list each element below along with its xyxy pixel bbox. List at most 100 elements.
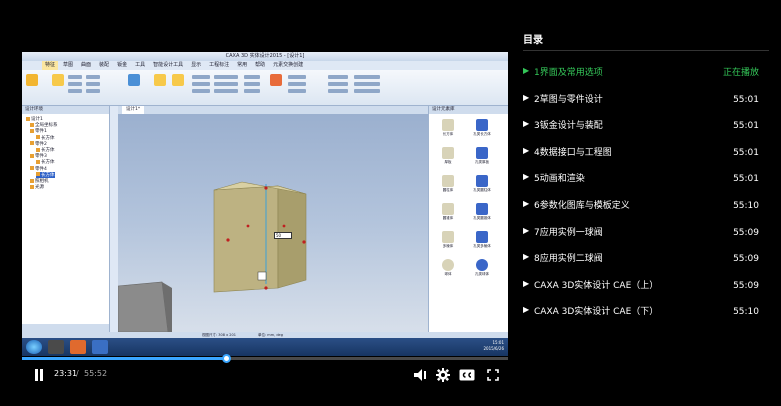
playlist-item[interactable]: ▶ CAXA 3D实体设计 CAE（下） 55:10 bbox=[523, 303, 771, 321]
app-menu-item[interactable]: 帮助 bbox=[252, 61, 268, 70]
design-element-item[interactable]: 孔类厚板 bbox=[467, 146, 497, 166]
video-player[interactable]: CAXA 3D 实体设计2015 - [设计1] 特征 草图 曲面 装配 钣金 工具 智能设… bbox=[0, 0, 510, 406]
design-element-item[interactable]: 孔类多棱体 bbox=[467, 230, 497, 250]
design-element-item[interactable]: 多棱体 bbox=[433, 230, 463, 250]
playlist-item[interactable]: ▶ 8应用实例二球阀 55:09 bbox=[523, 250, 771, 268]
viewport-tab[interactable]: 设计1* bbox=[122, 106, 145, 114]
design-tree-header: 设计环境 bbox=[22, 106, 109, 114]
tree-item-label: 光源 bbox=[35, 185, 44, 191]
design-element-label: 圆柱体 bbox=[442, 188, 454, 192]
app-menu-item[interactable]: 特征 bbox=[42, 61, 59, 70]
playlist-item-name: 6参数化图库与模板定义 bbox=[534, 201, 630, 211]
progress-bar[interactable] bbox=[22, 354, 508, 363]
tree-item[interactable]: 长方体 bbox=[36, 147, 55, 153]
tree-item[interactable]: 零件2 bbox=[30, 141, 47, 147]
playlist-item-name: 1界面及常用选项 bbox=[534, 68, 603, 78]
play-arrow-icon: ▶ bbox=[523, 66, 530, 75]
design-element-item[interactable]: 孔类长方体 bbox=[467, 118, 497, 138]
tree-item[interactable]: 照相机 bbox=[30, 178, 49, 184]
design-element-item[interactable]: 圆锥体 bbox=[433, 202, 463, 222]
current-time: 23:31 bbox=[54, 369, 78, 378]
captions-button[interactable] bbox=[458, 366, 476, 384]
playlist-item[interactable]: ▶ 7应用实例一球阀 55:09 bbox=[523, 224, 771, 242]
app-menu-item[interactable]: 智能设计工具 bbox=[150, 61, 186, 70]
tree-item[interactable]: 长方体 bbox=[36, 159, 55, 165]
design-element-item[interactable]: 长方体 bbox=[433, 118, 463, 138]
playlist-item[interactable]: ▶ 2草图与零件设计 55:01 bbox=[523, 91, 771, 109]
playlist-item-duration: 55:01 bbox=[733, 174, 759, 185]
app-menu-item[interactable]: 元素交换创建 bbox=[270, 61, 306, 70]
playlist-item[interactable]: ▶ 5动画和渲染 55:01 bbox=[523, 170, 771, 188]
app-menu-item[interactable]: 显示 bbox=[188, 61, 204, 70]
design-element-item[interactable]: 球体 bbox=[433, 258, 463, 278]
element-shape-icon bbox=[476, 231, 488, 243]
tree-node-icon bbox=[26, 116, 30, 121]
video-frame[interactable]: CAXA 3D 实体设计2015 - [设计1] 特征 草图 曲面 装配 钣金 工具 智能设… bbox=[22, 52, 508, 356]
part-icon bbox=[128, 74, 140, 86]
app-menu-item[interactable]: 工程标注 bbox=[206, 61, 232, 70]
design-element-label: 圆锥体 bbox=[442, 216, 454, 220]
app-menu-item[interactable]: 钣金 bbox=[114, 61, 130, 70]
tree-item[interactable]: 长方体 bbox=[36, 135, 55, 141]
fullscreen-button[interactable] bbox=[484, 366, 502, 384]
fullscreen-icon bbox=[487, 369, 499, 381]
tree-item[interactable]: 零件1 bbox=[30, 128, 47, 134]
element-shape-icon bbox=[442, 147, 454, 159]
pause-button[interactable] bbox=[32, 366, 46, 384]
design-tree-panel: 设计环境 设计1 全局坐标系 零件1 长方体 零件2 长方体 零件3 长方体 零件4 长方体 照相机… bbox=[22, 106, 110, 332]
left-toolbar bbox=[110, 106, 118, 332]
playlist-item-name: 4数据接口与工程图 bbox=[534, 147, 612, 158]
settings-button[interactable] bbox=[434, 366, 452, 384]
playlist-item-duration: 55:09 bbox=[733, 227, 759, 238]
design-element-item[interactable]: 孔类圆锥体 bbox=[467, 202, 497, 222]
playlist-item-name: CAXA 3D实体设计 CAE（上） bbox=[534, 280, 659, 291]
app-menu-item[interactable]: 工具 bbox=[132, 61, 148, 70]
playlist-item-duration: 正在播放 bbox=[722, 68, 759, 78]
design-element-item[interactable]: 圆柱体 bbox=[433, 174, 463, 194]
element-shape-icon bbox=[442, 203, 454, 215]
tree-item[interactable]: 零件4 bbox=[30, 166, 47, 172]
design-element-label: 孔类厚板 bbox=[475, 160, 489, 164]
sketch-icon bbox=[52, 74, 64, 86]
tree-item[interactable]: 设计1 bbox=[26, 116, 43, 122]
playlist-item[interactable]: ▶ 4数据接口与工程图 55:01 bbox=[523, 144, 771, 162]
playlist-item[interactable]: ▶ 6参数化图库与模板定义 55:10 bbox=[523, 197, 771, 215]
playlist-item-duration: 55:01 bbox=[733, 147, 759, 158]
playlist-item-name: CAXA 3D实体设计 CAE（下） bbox=[534, 307, 659, 318]
element-shape-icon bbox=[476, 259, 488, 271]
design-element-label: 孔类圆锥体 bbox=[473, 216, 491, 220]
tree-item[interactable]: 光源 bbox=[30, 184, 44, 190]
design-element-label: 多棱体 bbox=[442, 244, 454, 248]
revolve-icon bbox=[172, 74, 184, 86]
play-arrow-icon: ▶ bbox=[523, 92, 530, 102]
tree-item[interactable]: 全局坐标系 bbox=[30, 122, 58, 128]
play-arrow-icon: ▶ bbox=[523, 252, 530, 262]
design-tree-tabs bbox=[22, 324, 109, 332]
playlist-item-duration: 55:10 bbox=[733, 201, 759, 211]
dimension-input[interactable]: 50 bbox=[274, 232, 292, 239]
app-menu-item[interactable]: 曲面 bbox=[78, 61, 94, 70]
tree-node-icon bbox=[30, 184, 34, 189]
volume-button[interactable] bbox=[412, 366, 430, 384]
tree-node-icon bbox=[36, 172, 40, 177]
3d-viewport[interactable]: 50 bbox=[117, 114, 428, 333]
tree-node-icon bbox=[30, 122, 34, 127]
app-menu-item[interactable]: 装配 bbox=[96, 61, 112, 70]
design-element-item[interactable]: 厚板 bbox=[433, 146, 463, 166]
playlist-item-name: 3钣金设计与装配 bbox=[534, 121, 603, 132]
pause-icon bbox=[35, 369, 43, 381]
tree-item[interactable]: 零件3 bbox=[30, 153, 47, 159]
app-menu-item[interactable]: 草图 bbox=[60, 61, 76, 70]
time-separator: / bbox=[76, 369, 79, 378]
tree-node-icon bbox=[30, 178, 34, 183]
tree-item[interactable]: 长方体 bbox=[36, 171, 55, 178]
tree-node-icon bbox=[36, 159, 40, 164]
app-menu-item[interactable]: 常用 bbox=[234, 61, 250, 70]
design-element-label: 孔类长方体 bbox=[473, 132, 491, 136]
playlist-item[interactable]: ▶ 1界面及常用选项 正在播放 bbox=[523, 64, 771, 82]
design-element-item[interactable]: 孔类圆柱体 bbox=[467, 174, 497, 194]
playlist-item-duration: 55:01 bbox=[733, 121, 759, 132]
design-element-item[interactable]: 孔类球体 bbox=[467, 258, 497, 278]
playlist-item[interactable]: ▶ 3钣金设计与装配 55:01 bbox=[523, 117, 771, 135]
playlist-item[interactable]: ▶ CAXA 3D实体设计 CAE（上） 55:09 bbox=[523, 277, 771, 295]
